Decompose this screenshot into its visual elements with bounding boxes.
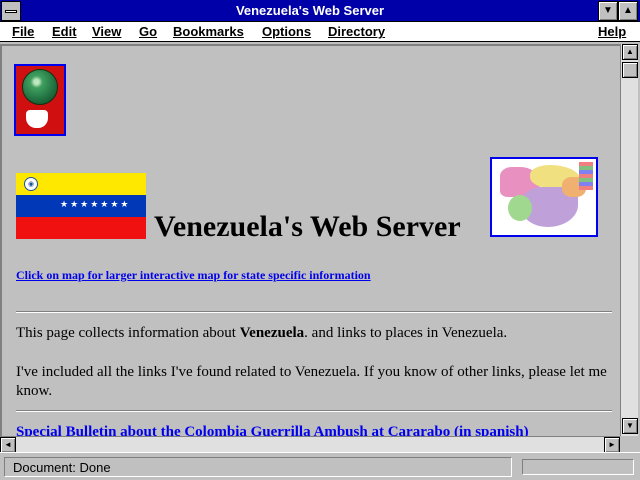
scroll-up-button[interactable]: ▲ <box>622 44 638 60</box>
scroll-left-button[interactable]: ◄ <box>0 437 16 453</box>
window-title: Venezuela's Web Server <box>235 3 385 18</box>
globe-icon <box>22 69 58 105</box>
status-text: Document: Done <box>4 457 512 477</box>
scrollbar-corner <box>620 436 640 452</box>
menu-edit[interactable]: Edit <box>52 24 77 39</box>
horizontal-rule <box>16 410 612 412</box>
intro-bold-text: Venezuela <box>239 325 305 341</box>
horizontal-scrollbar[interactable]: ◄ ► <box>0 436 620 453</box>
flag-stars-icon: ★★★★★★★ <box>60 199 131 209</box>
globe-logo-icon[interactable] <box>14 64 66 136</box>
system-menu-icon <box>5 10 17 13</box>
menu-view[interactable]: View <box>92 24 121 39</box>
progress-indicator <box>522 459 634 475</box>
minimize-button[interactable]: ▼ <box>598 1 618 21</box>
menu-bar: File Edit View Go Bookmarks Options Dire… <box>0 22 640 42</box>
venezuela-flag-icon: ◉ ★★★★★★★ <box>16 173 146 239</box>
menu-options[interactable]: Options <box>262 24 311 39</box>
venezuela-map-icon[interactable] <box>490 157 598 237</box>
map-region <box>508 195 532 221</box>
title-bar: Venezuela's Web Server ▼ ▲ <box>0 0 640 22</box>
menu-help[interactable]: Help <box>598 24 626 39</box>
system-menu-button[interactable] <box>1 1 21 21</box>
flag-red-band <box>16 217 146 239</box>
coat-of-arms-icon: ◉ <box>24 177 38 191</box>
status-bar: Document: Done <box>0 452 640 480</box>
menu-file[interactable]: File <box>12 24 34 39</box>
map-legend-icon <box>579 162 593 190</box>
scroll-down-button[interactable]: ▼ <box>622 418 638 434</box>
hand-icon <box>26 110 48 128</box>
maximize-button[interactable]: ▲ <box>618 1 638 21</box>
menu-go[interactable]: Go <box>139 24 157 39</box>
bulletin-link[interactable]: Special Bulletin about the Colombia Guer… <box>16 424 529 436</box>
menu-directory[interactable]: Directory <box>328 24 385 39</box>
scroll-thumb[interactable] <box>622 62 638 78</box>
intro-paragraph: This page collects information about Ven… <box>16 324 612 343</box>
page-heading: Venezuela's Web Server <box>154 210 461 243</box>
intro-text: This page collects information about <box>16 325 240 341</box>
interactive-map-link[interactable]: Click on map for larger interactive map … <box>16 268 371 283</box>
vertical-scrollbar[interactable]: ▲ ▼ <box>620 44 638 436</box>
intro-text-end: . and links to places in Venezuela. <box>304 325 508 341</box>
links-paragraph: I've included all the links I've found r… <box>16 364 607 399</box>
menu-bookmarks[interactable]: Bookmarks <box>173 24 244 39</box>
horizontal-rule <box>16 311 612 313</box>
document-viewport[interactable]: ◉ ★★★★★★★ Venezuela's Web Server Click o… <box>0 44 620 436</box>
scroll-right-button[interactable]: ► <box>604 437 620 453</box>
